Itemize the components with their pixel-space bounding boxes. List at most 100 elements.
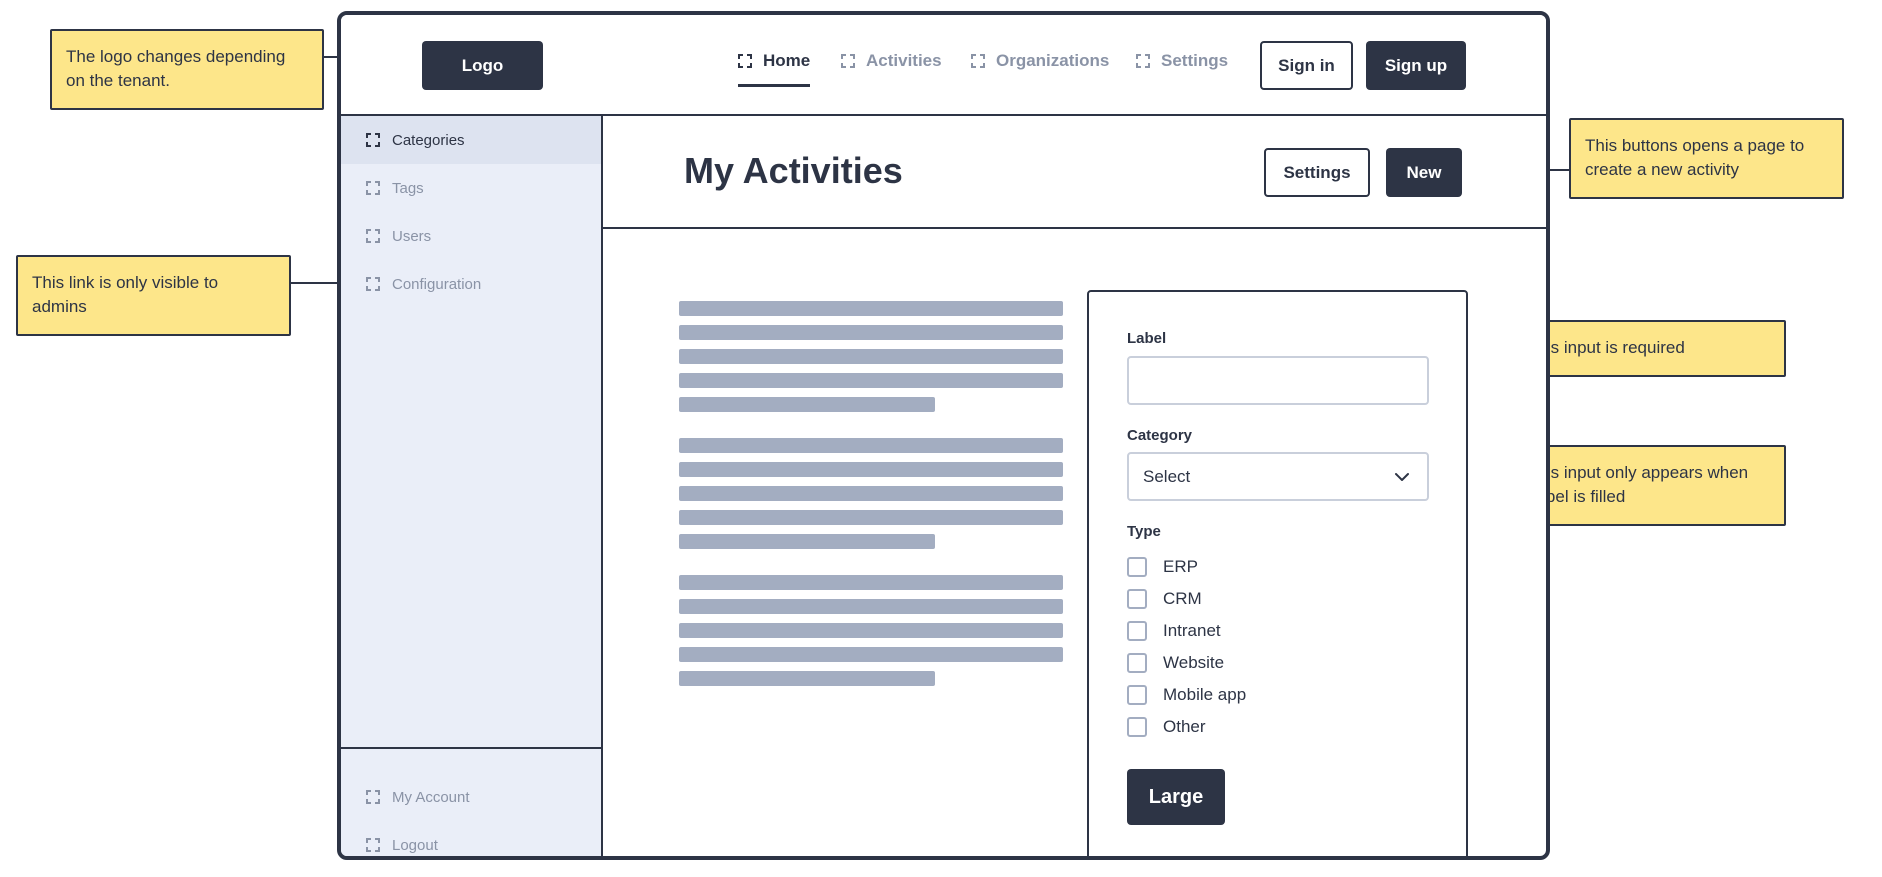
skeleton-line	[679, 397, 935, 412]
expand-icon	[738, 54, 752, 68]
chevron-down-icon	[1395, 473, 1409, 481]
skeleton-line	[679, 647, 1063, 662]
annotation-admin-link: This link is only visible to admins	[16, 255, 291, 336]
type-option-label: Intranet	[1163, 621, 1221, 640]
nav-item-settings[interactable]: Settings	[1136, 51, 1228, 87]
main-content: My Activities Settings New Label Categor…	[603, 116, 1546, 856]
sign-in-label: Sign in	[1278, 55, 1335, 75]
skeleton-line	[679, 486, 1063, 501]
annotation-new-button-text: This buttons opens a page to create a ne…	[1585, 136, 1805, 179]
sidebar-item-configuration[interactable]: Configuration	[341, 260, 601, 308]
new-button-label: New	[1406, 162, 1442, 182]
nav-item-label: Organizations	[996, 51, 1110, 70]
sidebar-item-label: Users	[392, 227, 432, 245]
sidebar-item-label: Tags	[392, 179, 424, 197]
nav-item-organizations[interactable]: Organizations	[971, 51, 1109, 87]
logo[interactable]: Logo	[422, 41, 543, 90]
expand-icon	[841, 54, 855, 68]
type-option-label: Website	[1163, 653, 1225, 672]
nav-item-activities[interactable]: Activities	[841, 51, 942, 87]
type-option-label: CRM	[1163, 589, 1202, 608]
sidebar-divider	[341, 747, 601, 749]
type-option-label: Other	[1163, 717, 1206, 736]
skeleton-line	[679, 575, 1063, 590]
sign-in-button[interactable]: Sign in	[1260, 41, 1353, 90]
skeleton-line	[679, 373, 1063, 388]
sign-up-button[interactable]: Sign up	[1366, 41, 1466, 90]
label-input[interactable]	[1127, 356, 1429, 405]
checkbox[interactable]	[1127, 685, 1147, 705]
settings-button-label: Settings	[1283, 162, 1351, 182]
app-window: Logo Home Activities Organizations Setti…	[337, 11, 1550, 860]
sidebar-item-label: Categories	[392, 131, 465, 149]
expand-icon	[366, 229, 380, 243]
type-option-mobile-app[interactable]: Mobile app	[1127, 683, 1246, 707]
logo-label: Logo	[461, 55, 504, 75]
nav-item-label: Settings	[1161, 51, 1229, 70]
skeleton-line	[679, 462, 1063, 477]
annotation-logo-text: The logo changes depending on the tenant…	[66, 47, 286, 90]
expand-icon	[366, 181, 380, 195]
expand-icon	[366, 133, 380, 147]
skeleton-line	[679, 534, 935, 549]
annotation-label-required-text: This input is required	[1527, 338, 1685, 357]
label-field-label: Label	[1127, 330, 1167, 347]
sidebar-item-my-account[interactable]: My Account	[341, 773, 601, 821]
nav-item-label: Activities	[866, 51, 942, 70]
sidebar-item-label: Configuration	[392, 275, 482, 293]
sidebar-item-users[interactable]: Users	[341, 212, 601, 260]
sidebar-item-categories[interactable]: Categories	[341, 116, 601, 164]
skeleton-line	[679, 599, 1063, 614]
type-option-other[interactable]: Other	[1127, 715, 1206, 739]
annotation-category-conditional: This input only appears when Label is fi…	[1511, 445, 1786, 526]
category-select-value: Select	[1143, 466, 1191, 486]
type-field-label: Type	[1127, 523, 1161, 540]
top-navigation: Logo Home Activities Organizations Setti…	[341, 15, 1546, 116]
page-title: My Activities	[684, 150, 903, 191]
activity-form: Label Category Select Type ERP CRM Intra…	[1087, 290, 1468, 856]
annotation-category-conditional-text: This input only appears when Label is fi…	[1527, 463, 1749, 506]
type-option-label: Mobile app	[1163, 685, 1247, 704]
nav-item-label: Home	[763, 51, 811, 70]
checkbox[interactable]	[1127, 621, 1147, 641]
skeleton-line	[679, 623, 1063, 638]
category-field-label: Category	[1127, 427, 1193, 444]
sign-up-label: Sign up	[1384, 55, 1448, 75]
submit-button-label: Large	[1148, 785, 1204, 808]
annotation-new-button: This buttons opens a page to create a ne…	[1569, 118, 1844, 199]
annotation-label-required: This input is required	[1511, 320, 1786, 377]
expand-icon	[366, 838, 380, 852]
nav-item-home[interactable]: Home	[738, 51, 811, 87]
new-button[interactable]: New	[1386, 148, 1462, 197]
category-select[interactable]: Select	[1127, 452, 1429, 501]
checkbox[interactable]	[1127, 717, 1147, 737]
expand-icon	[971, 54, 985, 68]
skeleton-line	[679, 510, 1063, 525]
type-option-crm[interactable]: CRM	[1127, 587, 1202, 611]
page-header: My Activities Settings New	[603, 116, 1546, 229]
skeleton-line	[679, 349, 1063, 364]
type-option-website[interactable]: Website	[1127, 651, 1224, 675]
checkbox[interactable]	[1127, 589, 1147, 609]
checkbox[interactable]	[1127, 557, 1147, 577]
annotation-logo: The logo changes depending on the tenant…	[50, 29, 324, 110]
sidebar: Categories Tags Users Configuration My A…	[341, 116, 603, 856]
skeleton-line	[679, 325, 1063, 340]
type-option-intranet[interactable]: Intranet	[1127, 619, 1221, 643]
expand-icon	[366, 790, 380, 804]
annotation-admin-link-text: This link is only visible to admins	[32, 273, 219, 316]
checkbox[interactable]	[1127, 653, 1147, 673]
sidebar-item-label: My Account	[392, 788, 470, 806]
skeleton-line	[679, 438, 1063, 453]
sidebar-item-label: Logout	[392, 836, 438, 854]
sidebar-item-logout[interactable]: Logout	[341, 821, 601, 856]
skeleton-line	[679, 671, 935, 686]
settings-button[interactable]: Settings	[1264, 148, 1370, 197]
submit-button[interactable]: Large	[1127, 769, 1225, 825]
expand-icon	[366, 277, 380, 291]
expand-icon	[1136, 54, 1150, 68]
skeleton-line	[679, 301, 1063, 316]
type-option-erp[interactable]: ERP	[1127, 555, 1198, 579]
type-option-label: ERP	[1163, 557, 1198, 576]
sidebar-item-tags[interactable]: Tags	[341, 164, 601, 212]
